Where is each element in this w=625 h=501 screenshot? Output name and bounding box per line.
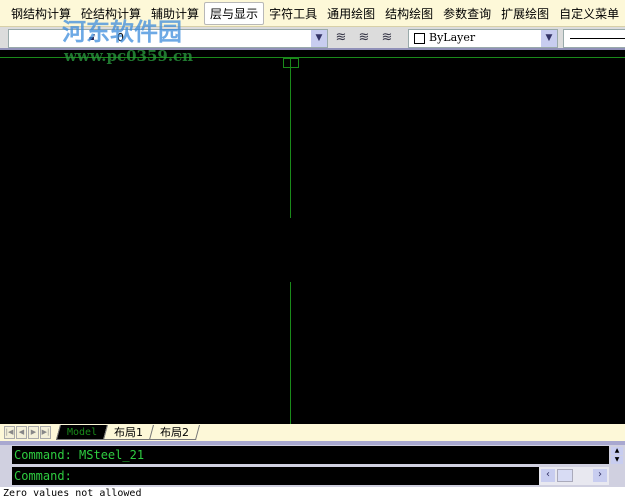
layer-manager-icon[interactable]: ≋	[332, 30, 350, 47]
crosshair-vertical	[290, 58, 291, 218]
lock-icon: 🔓︎	[89, 32, 96, 43]
layout-tabs: |◀ ◀ ▶ ▶| Model 布局1 布局2	[0, 424, 625, 441]
scroll-down-button[interactable]: ▼	[611, 456, 623, 464]
menu-text-tools[interactable]: 字符工具	[264, 3, 322, 24]
command-window: Command: MSteel_21 Command: ▲ ▼ ‹ ›	[0, 441, 625, 487]
menu-layer-display[interactable]: 层与显示	[204, 1, 265, 25]
menu-general-draw[interactable]: 通用绘图	[322, 3, 380, 24]
menu-param-query[interactable]: 参数查询	[438, 3, 496, 24]
properties-toolbar: 🔓︎ 0 ▼ ≋ ≋ ≋ ByLayer ▼	[0, 27, 625, 50]
menu-struct-draw[interactable]: 结构绘图	[380, 3, 438, 24]
menu-steel-calc[interactable]: 钢结构计算	[6, 3, 76, 24]
layer-name: 0	[117, 31, 124, 44]
drawing-canvas[interactable]	[0, 50, 625, 424]
command-input[interactable]: Command:	[12, 467, 540, 485]
crosshair-box	[283, 58, 299, 68]
tab-layout2[interactable]: 布局2	[149, 425, 201, 440]
color-combo[interactable]: ByLayer ▼	[408, 29, 558, 48]
layer-previous-icon[interactable]: ≋	[355, 30, 373, 47]
linetype-preview	[570, 38, 625, 39]
menu-custom[interactable]: 自定义菜单	[554, 3, 624, 24]
command-history: Command: MSteel_21	[12, 446, 609, 464]
grid-line	[0, 57, 625, 58]
chevron-down-icon[interactable]: ▼	[541, 30, 557, 47]
scroll-thumb[interactable]	[557, 469, 573, 482]
crosshair-vertical	[290, 282, 291, 424]
last-tab-button[interactable]: ▶|	[40, 426, 51, 439]
linetype-combo[interactable]	[563, 29, 625, 48]
menu-bar: 钢结构计算 砼结构计算 辅助计算 层与显示 字符工具 通用绘图 结构绘图 参数查…	[0, 0, 625, 27]
menu-aux-calc[interactable]: 辅助计算	[146, 3, 204, 24]
status-bar: Zero values not allowed	[0, 487, 625, 501]
prev-tab-button[interactable]: ◀	[16, 426, 27, 439]
horizontal-scrollbar[interactable]: ‹ ›	[539, 467, 609, 485]
color-value: ByLayer	[429, 31, 476, 44]
layer-combo[interactable]: 🔓︎ 0 ▼	[8, 29, 328, 48]
first-tab-button[interactable]: |◀	[4, 426, 15, 439]
next-tab-button[interactable]: ▶	[28, 426, 39, 439]
menu-ext-draw[interactable]: 扩展绘图	[496, 3, 554, 24]
menu-concrete-calc[interactable]: 砼结构计算	[76, 3, 146, 24]
tab-model[interactable]: Model	[55, 425, 109, 440]
tab-layout1[interactable]: 布局1	[103, 425, 155, 440]
scroll-right-icon[interactable]: ›	[593, 469, 607, 482]
chevron-down-icon[interactable]: ▼	[311, 30, 327, 47]
scroll-up-button[interactable]: ▲	[611, 447, 623, 455]
layer-state-icon[interactable]: ≋	[378, 30, 396, 47]
scroll-left-icon[interactable]: ‹	[541, 469, 555, 482]
color-swatch	[414, 33, 425, 44]
